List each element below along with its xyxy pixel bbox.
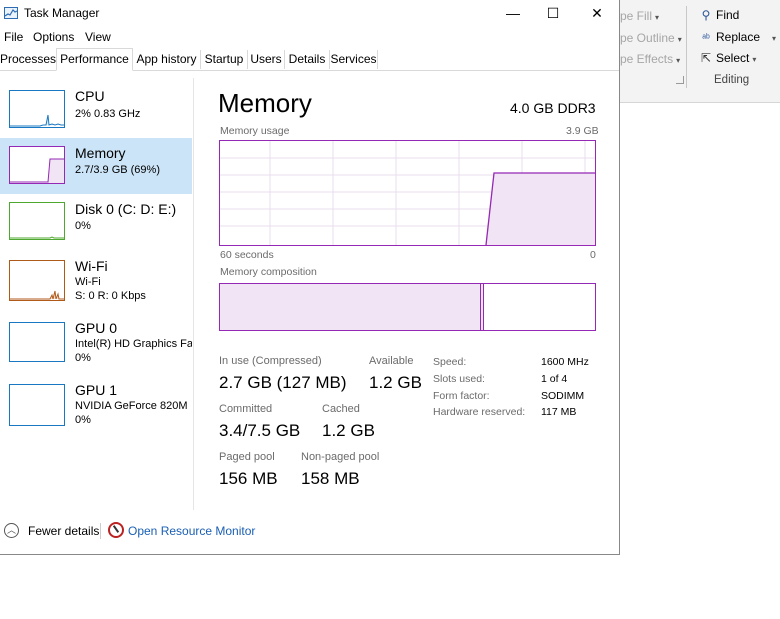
gpu0-thumbnail-graph — [9, 322, 65, 362]
sidebar-item-title: Disk 0 (C: D: E:) — [75, 201, 177, 217]
committed-value: 3.4/7.5 GB — [219, 421, 301, 440]
memory-usage-svg — [220, 141, 595, 246]
find-button[interactable]: ⚲ Find — [698, 8, 740, 22]
sidebar-item-cpu[interactable]: CPU 2% 0.83 GHz — [0, 84, 192, 140]
memory-composition-label: Memory composition — [220, 266, 317, 278]
resource-monitor-icon[interactable] — [108, 522, 124, 538]
menu-options[interactable]: Options — [33, 30, 74, 44]
tab-services[interactable]: Services — [330, 50, 378, 69]
task-manager-icon — [4, 7, 18, 19]
sidebar-scrollbar[interactable] — [193, 78, 194, 510]
memory-usage-area — [486, 173, 595, 245]
hardware-reserved-value: 117 MB — [541, 406, 577, 418]
wifi-thumbnail-graph — [9, 260, 65, 301]
cached-label: Cached — [322, 403, 360, 415]
committed-label: Committed — [219, 403, 273, 415]
title-bar[interactable]: Task Manager — ☐ ✕ — [0, 0, 619, 28]
available-label: Available — [369, 355, 414, 367]
speed-value: 1600 MHz — [541, 356, 589, 368]
editing-group-label: Editing — [714, 74, 750, 86]
maximize-button[interactable]: ☐ — [531, 0, 575, 28]
shape-effects-button[interactable]: pe Effects ▾ — [620, 52, 680, 66]
memory-thumbnail-graph — [9, 146, 65, 184]
in-use-label: In use (Compressed) — [219, 355, 322, 367]
slots-used-value: 1 of 4 — [541, 373, 568, 385]
page-title: Memory — [218, 88, 312, 118]
search-icon: ⚲ — [701, 8, 711, 22]
task-manager-window: Task Manager — ☐ ✕ File Options View Pro… — [0, 0, 620, 555]
select-button[interactable]: ⇱ Select ▾ — [698, 51, 756, 65]
sidebar-item-gpu1[interactable]: GPU 1 NVIDIA GeForce 820M 0% — [0, 380, 192, 436]
cpu-thumbnail-graph — [9, 90, 65, 128]
tab-processes[interactable]: Processes — [0, 50, 57, 69]
minimize-button[interactable]: — — [491, 0, 535, 28]
background-ribbon: pe Fill ▾ pe Outline ▾ pe Effects ▾ ⚲ Find ᵃ… — [618, 0, 780, 103]
available-value: 1.2 GB — [369, 373, 422, 392]
speed-label: Speed: — [433, 356, 467, 368]
ribbon-divider — [686, 6, 687, 88]
resource-list: CPU 2% 0.83 GHz Memory 2.7/3.9 GB (69%) … — [0, 78, 192, 508]
tab-users[interactable]: Users — [248, 50, 285, 69]
open-resource-monitor-link[interactable]: Open Resource Monitor — [128, 524, 255, 538]
sidebar-item-title: Memory — [75, 145, 126, 161]
footer-divider — [100, 523, 101, 539]
sidebar-item-gpu0[interactable]: GPU 0 Intel(R) HD Graphics Far 0% — [0, 318, 192, 374]
slots-used-label: Slots used: — [433, 373, 485, 385]
sidebar-item-subtitle: NVIDIA GeForce 820M — [75, 400, 188, 412]
sidebar-item-detail: S: 0 R: 0 Kbps — [75, 290, 146, 302]
tab-startup[interactable]: Startup — [201, 50, 248, 69]
hardware-reserved-label: Hardware reserved: — [433, 406, 526, 418]
cursor-icon: ⇱ — [700, 51, 712, 65]
sidebar-item-disk[interactable]: Disk 0 (C: D: E:) 0% — [0, 196, 192, 252]
replace-icon: ᵃᵇ — [702, 33, 710, 44]
gpu1-thumbnail-graph — [9, 384, 65, 426]
paged-pool-value: 156 MB — [219, 469, 278, 488]
menu-file[interactable]: File — [4, 30, 23, 44]
dialog-launcher-icon[interactable] — [676, 76, 684, 84]
sidebar-item-subtitle: 0% — [75, 220, 91, 232]
window-title: Task Manager — [24, 6, 100, 20]
menu-view[interactable]: View — [85, 30, 111, 44]
composition-in-use[interactable] — [220, 284, 481, 330]
tab-app-history[interactable]: App history — [133, 50, 201, 69]
paged-pool-label: Paged pool — [219, 451, 275, 463]
sidebar-item-subtitle: 2.7/3.9 GB (69%) — [75, 164, 160, 176]
footer: ︿ Fewer details Open Resource Monitor — [0, 517, 619, 545]
sidebar-item-title: Wi-Fi — [75, 258, 108, 274]
sidebar-item-detail: 0% — [75, 352, 91, 364]
form-factor-label: Form factor: — [433, 390, 490, 402]
sidebar-item-subtitle: Wi-Fi — [75, 276, 101, 288]
time-axis-start: 60 seconds — [220, 249, 274, 261]
tab-details[interactable]: Details — [285, 50, 330, 69]
time-axis-end: 0 — [590, 249, 596, 261]
fewer-details-button[interactable]: Fewer details — [28, 524, 99, 538]
non-paged-pool-label: Non-paged pool — [301, 451, 380, 463]
sidebar-item-subtitle: 2% 0.83 GHz — [75, 108, 141, 120]
sidebar-item-memory[interactable]: Memory 2.7/3.9 GB (69%) — [0, 138, 192, 194]
composition-standby[interactable] — [484, 284, 595, 330]
tab-performance[interactable]: Performance — [56, 48, 133, 71]
sidebar-item-title: CPU — [75, 88, 105, 104]
shape-outline-button[interactable]: pe Outline ▾ — [620, 31, 682, 45]
chevron-up-icon[interactable]: ︿ — [4, 523, 19, 538]
tab-bar: Processes Performance App history Startu… — [0, 48, 619, 71]
memory-usage-graph — [219, 140, 596, 246]
sidebar-item-title: GPU 1 — [75, 382, 118, 398]
memory-spec: 4.0 GB DDR3 — [510, 100, 596, 116]
cached-value: 1.2 GB — [322, 421, 375, 440]
disk-thumbnail-graph — [9, 202, 65, 240]
memory-composition-bar — [219, 283, 596, 331]
sidebar-item-title: GPU 0 — [75, 320, 118, 336]
sidebar-item-wifi[interactable]: Wi-Fi Wi-Fi S: 0 R: 0 Kbps — [0, 256, 192, 312]
sidebar-item-detail: 0% — [75, 414, 91, 426]
memory-usage-label: Memory usage — [220, 125, 290, 137]
in-use-value: 2.7 GB (127 MB) — [219, 373, 347, 392]
form-factor-value: SODIMM — [541, 390, 585, 402]
sidebar-item-subtitle: Intel(R) HD Graphics Far — [75, 338, 192, 350]
non-paged-pool-value: 158 MB — [301, 469, 360, 488]
memory-usage-max: 3.9 GB — [566, 125, 599, 137]
shape-fill-button[interactable]: pe Fill ▾ — [620, 9, 659, 23]
replace-button[interactable]: ᵃᵇ Replace ▾ — [698, 30, 776, 44]
close-button[interactable]: ✕ — [575, 0, 619, 28]
